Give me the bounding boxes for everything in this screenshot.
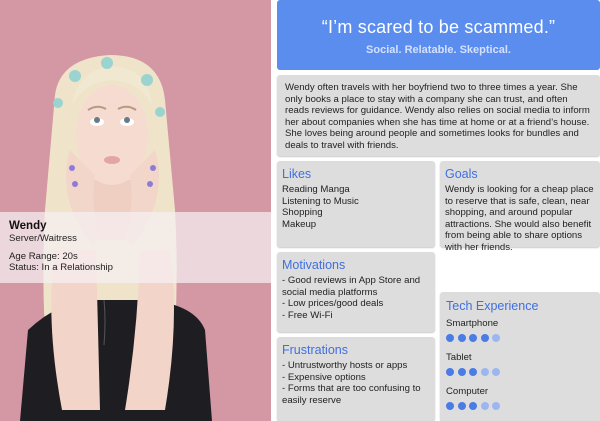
tech-device-label: Smartphone (446, 318, 499, 329)
persona-name: Wendy (9, 220, 47, 232)
goals-text: Wendy is looking for a cheap place to re… (445, 184, 594, 253)
likes-item: Shopping (282, 207, 323, 219)
motivations-panel: Motivations - Good reviews in App Store … (277, 252, 435, 332)
bio-text: Wendy often travels with her boyfriend t… (285, 82, 590, 151)
likes-item: Reading Manga (282, 184, 350, 195)
rating-dot-filled (457, 334, 466, 342)
rating-dot-empty (480, 368, 489, 376)
likes-panel: Likes Reading Manga Listening to Music S… (277, 161, 435, 247)
motivations-heading: Motivations (282, 258, 346, 272)
tech-device-label: Tablet (446, 352, 472, 363)
tech-heading: Tech Experience (446, 299, 539, 313)
persona-photo: Wendy Server/Waitress Age Range: 20s Sta… (0, 0, 271, 421)
bio-panel: Wendy often travels with her boyfriend t… (277, 75, 600, 156)
persona-age-range: Age Range: 20s (9, 250, 78, 262)
tech-device-label: Computer (446, 386, 489, 397)
rating-dot-filled (446, 402, 454, 410)
rating-dot-filled (446, 368, 454, 376)
frustrations-item: - Expensive options (282, 371, 366, 383)
goals-heading: Goals (445, 167, 478, 181)
smartphone-rating (446, 334, 594, 342)
persona-quote: “I’m scared to be scammed.” (321, 17, 556, 37)
persona-portrait-image (0, 0, 271, 421)
rating-dot-filled (457, 368, 466, 376)
motivations-item: - Good reviews in App Store and social m… (282, 275, 421, 298)
frustrations-item: - Forms that are too confusing to easily… (282, 383, 421, 406)
rating-dot-empty (492, 368, 501, 376)
frustrations-panel: Frustrations - Untrustworthy hosts or ap… (277, 337, 435, 421)
rating-dot-empty (492, 402, 501, 410)
rating-dot-filled (469, 402, 478, 410)
motivations-item: - Free Wi-Fi (282, 309, 333, 321)
rating-dot-empty (480, 402, 489, 410)
tablet-rating (446, 368, 594, 376)
frustrations-item: - Untrustworthy hosts or apps (282, 360, 408, 371)
persona-tagline: Social. Relatable. Skeptical. (366, 44, 511, 56)
rating-dot-filled (469, 334, 478, 342)
frustrations-heading: Frustrations (282, 343, 348, 357)
likes-heading: Likes (282, 167, 312, 181)
rating-dot-empty (492, 334, 501, 342)
likes-item: Makeup (282, 218, 317, 230)
rating-dot-filled (469, 368, 478, 376)
persona-name-card: Wendy Server/Waitress Age Range: 20s Sta… (0, 212, 271, 283)
persona-occupation: Server/Waitress (9, 233, 77, 244)
quote-banner: “I’m scared to be scammed.” Social. Rela… (277, 0, 600, 70)
persona-status: Status: In a Relationship (9, 262, 113, 273)
goals-panel: Goals Wendy is looking for a cheap place… (440, 161, 600, 253)
likes-item: Listening to Music (282, 195, 359, 207)
computer-rating (446, 402, 594, 410)
tech-experience-panel: Tech Experience Smartphone Tablet Comput… (440, 292, 600, 421)
rating-dot-filled (457, 402, 466, 410)
rating-dot-filled (480, 334, 489, 342)
motivations-item: - Low prices/good deals (282, 298, 384, 310)
rating-dot-filled (446, 334, 454, 342)
